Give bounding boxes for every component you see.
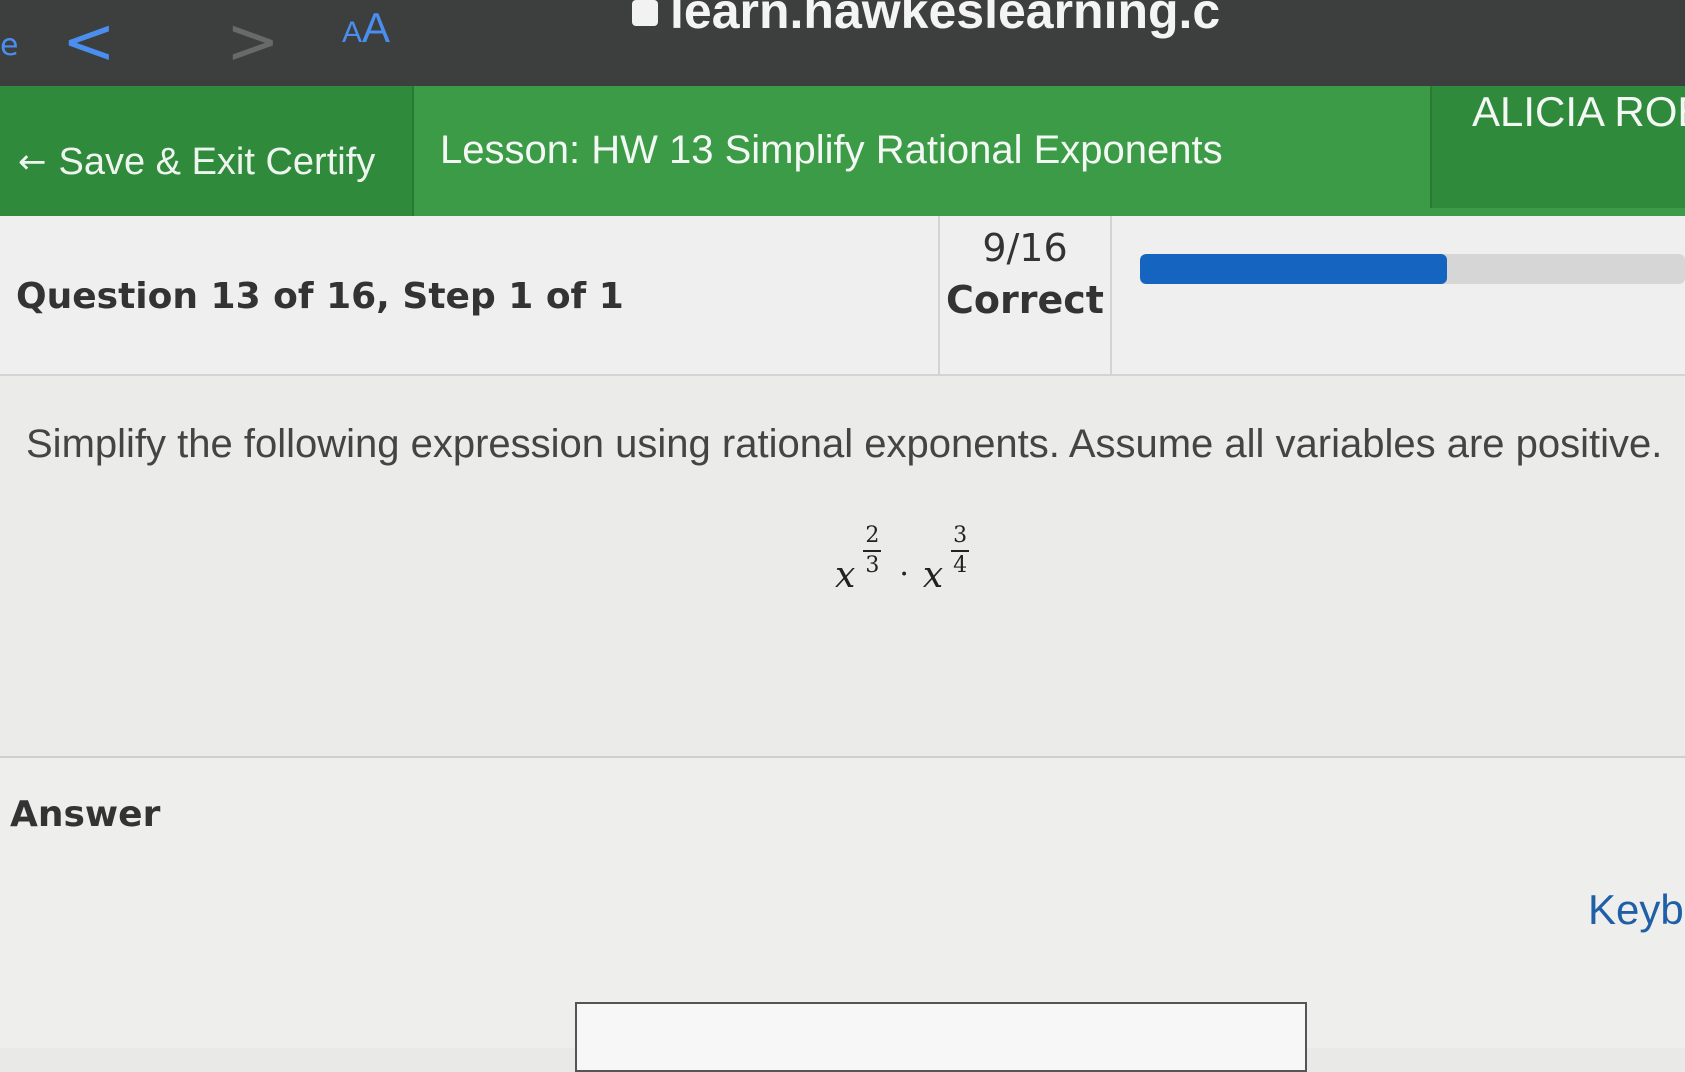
progress-fill [1140,254,1447,284]
answer-section: Answer Keyboard [0,758,1685,1072]
math-expression: x 2 3 · x 3 4 [835,516,970,596]
arrow-left-icon: ← [18,142,47,182]
save-exit-label: Save & Exit Certify [58,140,376,183]
progress-bar [1140,254,1685,284]
problem-area: Simplify the following expression using … [0,376,1685,756]
term-base: x [835,555,856,596]
term-exponent: 2 3 [863,523,882,578]
score-label: Correct [946,278,1104,322]
question-label: Question 13 of 16, Step 1 of 1 [16,276,624,317]
question-status-bar: Question 13 of 16, Step 1 of 1 9/16 Corr… [0,216,1685,376]
exponent-denominator: 4 [953,553,968,578]
back-icon[interactable]: < [62,10,116,74]
text-size-small-glyph: A [342,16,363,49]
score-fraction: 9/16 [982,226,1068,270]
text-size-large-glyph: A [362,4,391,51]
answer-label: Answer [10,794,161,835]
browser-edge-glyph: e [0,28,19,63]
text-size-button[interactable]: AA [342,4,390,52]
keyboard-link[interactable]: Keyboard [1588,886,1685,934]
exponent-denominator: 3 [865,553,880,578]
term-base: x [922,555,944,596]
fraction-bar [951,550,970,552]
address-bar[interactable]: learn.hawkeslearning.c [670,0,1220,40]
term-exponent: 3 4 [951,523,970,578]
lock-icon [632,0,658,26]
score-box: 9/16 Correct [938,216,1112,374]
user-menu[interactable]: ALICIA ROE [1430,86,1685,208]
exponent-numerator: 3 [953,523,968,548]
user-name: ALICIA ROE [1472,88,1685,135]
multiply-operator: · [899,557,909,592]
forward-icon[interactable]: > [226,10,280,74]
lesson-title: Lesson: HW 13 Simplify Rational Exponent… [440,128,1223,172]
answer-input[interactable] [575,1002,1307,1072]
fraction-bar [863,550,882,552]
exponent-numerator: 2 [865,523,880,548]
problem-prompt: Simplify the following expression using … [26,422,1663,466]
browser-toolbar: e < > AA learn.hawkeslearning.c [0,0,1685,100]
